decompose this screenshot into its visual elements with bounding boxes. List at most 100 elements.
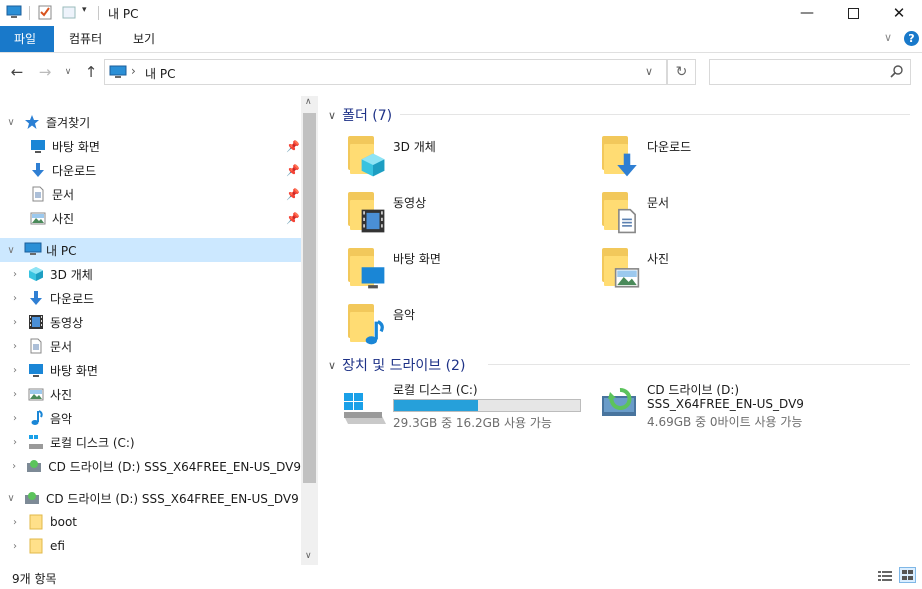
- computer-icon: [24, 242, 42, 258]
- nav-item[interactable]: › 로컬 디스크 (C:): [0, 430, 301, 454]
- chevron-right-icon[interactable]: ›: [10, 389, 20, 400]
- nav-item[interactable]: › boot: [0, 510, 301, 534]
- pin-icon[interactable]: 📌: [286, 140, 300, 153]
- customize-quick-access-icon[interactable]: ▾: [82, 5, 87, 15]
- arrow-right-icon: →: [38, 63, 52, 81]
- chevron-down-icon[interactable]: ∨: [328, 109, 336, 122]
- nav-item[interactable]: 다운로드 📌: [0, 158, 301, 182]
- chevron-right-icon[interactable]: ›: [10, 293, 20, 304]
- nav-item[interactable]: › 3D 개체: [0, 262, 301, 286]
- close-icon: ✕: [892, 4, 906, 22]
- address-dropdown-icon[interactable]: ∨: [645, 65, 653, 78]
- download-icon: [614, 152, 640, 181]
- scroll-up-icon[interactable]: ∧: [305, 97, 312, 107]
- nav-item[interactable]: › 동영상: [0, 310, 301, 334]
- folder-tile[interactable]: 음악: [344, 300, 584, 348]
- chevron-right-icon[interactable]: ›: [10, 365, 20, 376]
- folders-group-header[interactable]: ∨ 폴더 (7): [328, 105, 392, 125]
- search-input[interactable]: [709, 59, 911, 85]
- window-title: 내 PC: [108, 7, 139, 21]
- folder-tile[interactable]: 다운로드: [598, 132, 838, 180]
- tab-file[interactable]: 파일: [0, 26, 54, 52]
- nav-cd-drive[interactable]: ∨ CD 드라이브 (D:) SSS_X64FREE_EN-US_DV9: [0, 486, 301, 510]
- chevron-down-icon[interactable]: ∨: [6, 245, 16, 256]
- up-button[interactable]: ↑: [81, 62, 101, 82]
- nav-item[interactable]: 문서 📌: [0, 182, 301, 206]
- drive-tile-c[interactable]: 로컬 디스크 (C:) 29.3GB 중 16.2GB 사용 가능: [340, 380, 590, 432]
- nav-scrollbar-thumb[interactable]: [303, 113, 316, 483]
- nav-item[interactable]: 사진 📌: [0, 206, 301, 230]
- nav-item[interactable]: › CD 드라이브 (D:) SSS_X64FREE_EN-US_DV9: [0, 454, 301, 478]
- recent-locations-button[interactable]: ∨: [61, 62, 75, 82]
- expand-ribbon-icon[interactable]: ∨: [884, 31, 892, 44]
- properties-icon[interactable]: [37, 4, 53, 20]
- nav-this-pc[interactable]: ∨ 내 PC: [0, 238, 301, 262]
- help-icon[interactable]: ?: [904, 31, 919, 46]
- folder-tile[interactable]: 문서: [598, 188, 838, 236]
- chevron-right-icon[interactable]: ›: [10, 413, 20, 424]
- address-bar[interactable]: › 내 PC ∨: [104, 59, 667, 85]
- chevron-right-icon[interactable]: ›: [10, 437, 20, 448]
- star-icon: [24, 114, 40, 130]
- maximize-button[interactable]: [830, 0, 876, 26]
- nav-label: 즐겨찾기: [46, 115, 91, 130]
- nav-item[interactable]: 바탕 화면 📌: [0, 134, 301, 158]
- nav-item-label: 바탕 화면: [52, 139, 100, 154]
- nav-item-label: 문서: [50, 339, 73, 354]
- drive-c-usage-fill: [394, 400, 478, 411]
- nav-quick-access[interactable]: ∨ 즐겨찾기: [0, 110, 301, 134]
- folder-label: 동영상: [393, 196, 427, 210]
- tab-computer[interactable]: 컴퓨터: [55, 26, 116, 52]
- nav-item[interactable]: › 문서: [0, 334, 301, 358]
- chevron-right-icon[interactable]: ›: [10, 341, 20, 352]
- back-button[interactable]: ←: [7, 62, 27, 82]
- arrow-up-icon: ↑: [84, 63, 98, 81]
- cd-drive-icon: [26, 458, 42, 474]
- folder-tile[interactable]: 바탕 화면: [344, 244, 584, 292]
- pin-icon[interactable]: 📌: [286, 164, 300, 177]
- forward-button[interactable]: →: [35, 62, 55, 82]
- breadcrumb-this-pc[interactable]: 내 PC: [145, 65, 175, 82]
- chevron-down-icon[interactable]: ∨: [6, 117, 16, 128]
- folder-label: 3D 개체: [393, 140, 436, 154]
- pin-icon[interactable]: 📌: [286, 188, 300, 201]
- large-icons-view-icon[interactable]: [899, 567, 916, 583]
- desktop-icon: [28, 362, 44, 378]
- new-folder-icon[interactable]: [61, 4, 77, 20]
- documents-icon: [28, 338, 44, 354]
- devices-group-header[interactable]: ∨ 장치 및 드라이브 (2): [328, 355, 465, 375]
- chevron-right-icon[interactable]: ›: [10, 461, 18, 472]
- chevron-down-icon[interactable]: ∨: [328, 359, 336, 372]
- refresh-button[interactable]: ↻: [667, 59, 696, 85]
- pin-icon[interactable]: 📌: [286, 212, 300, 225]
- nav-item-label: 문서: [52, 187, 75, 202]
- nav-item[interactable]: › 음악: [0, 406, 301, 430]
- folder-tile[interactable]: 3D 개체: [344, 132, 584, 180]
- nav-item[interactable]: › 바탕 화면: [0, 358, 301, 382]
- drive-c-detail: 29.3GB 중 16.2GB 사용 가능: [393, 416, 552, 430]
- details-view-icon[interactable]: [877, 569, 893, 586]
- computer-icon[interactable]: [6, 5, 22, 18]
- scroll-down-icon[interactable]: ∨: [305, 551, 312, 561]
- music-icon: [28, 410, 44, 426]
- chevron-right-icon[interactable]: ›: [10, 541, 20, 552]
- folder-tile[interactable]: 사진: [598, 244, 838, 292]
- folder-icon: [348, 304, 384, 345]
- chevron-down-icon[interactable]: ∨: [6, 493, 16, 504]
- nav-item[interactable]: › efi: [0, 534, 301, 558]
- breadcrumb-separator[interactable]: ›: [131, 64, 136, 78]
- arrow-left-icon: ←: [10, 63, 24, 81]
- nav-item-label: boot: [50, 515, 78, 529]
- folder-label: 문서: [647, 196, 670, 210]
- folder-icon: [348, 248, 385, 289]
- chevron-right-icon[interactable]: ›: [10, 517, 20, 528]
- tab-view[interactable]: 보기: [119, 26, 169, 52]
- nav-item[interactable]: › 다운로드: [0, 286, 301, 310]
- chevron-right-icon[interactable]: ›: [10, 317, 20, 328]
- folder-tile[interactable]: 동영상: [344, 188, 584, 236]
- nav-item[interactable]: › 사진: [0, 382, 301, 406]
- minimize-button[interactable]: —: [784, 0, 830, 26]
- close-button[interactable]: ✕: [876, 0, 922, 26]
- chevron-right-icon[interactable]: ›: [10, 269, 20, 280]
- drive-tile-d[interactable]: CD 드라이브 (D:) SSS_X64FREE_EN-US_DV9 4.69G…: [598, 380, 858, 432]
